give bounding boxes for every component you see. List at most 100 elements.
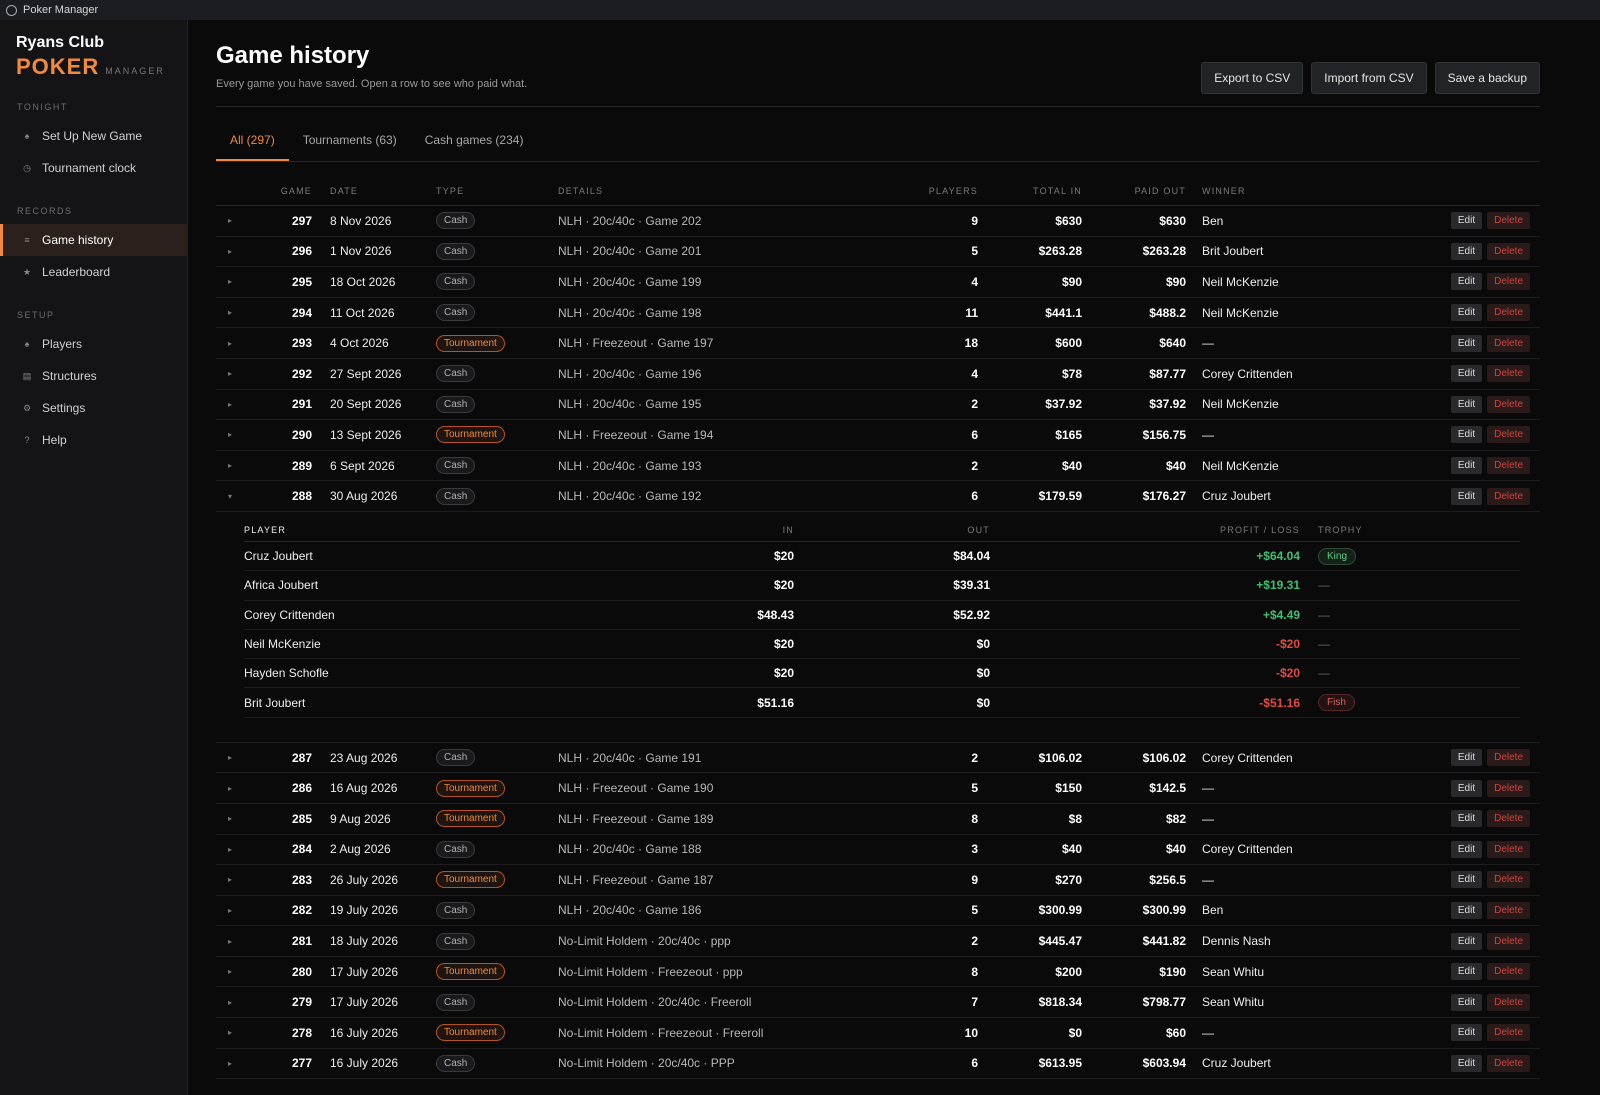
chevron-right-icon[interactable]: ▸ xyxy=(216,247,244,256)
edit-button[interactable]: Edit xyxy=(1450,901,1483,919)
chevron-right-icon[interactable]: ▸ xyxy=(216,875,244,884)
chevron-right-icon[interactable]: ▸ xyxy=(216,753,244,762)
delete-button[interactable]: Delete xyxy=(1487,963,1530,981)
chevron-right-icon[interactable]: ▸ xyxy=(216,308,244,317)
chevron-right-icon[interactable]: ▸ xyxy=(216,784,244,793)
edit-button[interactable]: Edit xyxy=(1450,273,1483,291)
chevron-right-icon[interactable]: ▸ xyxy=(216,339,244,348)
edit-button[interactable]: Edit xyxy=(1450,932,1483,950)
delete-button[interactable]: Delete xyxy=(1487,1054,1530,1072)
edit-button[interactable]: Edit xyxy=(1450,426,1483,444)
delete-button[interactable]: Delete xyxy=(1487,1024,1530,1042)
edit-button[interactable]: Edit xyxy=(1450,993,1483,1011)
chevron-right-icon[interactable]: ▸ xyxy=(216,906,244,915)
delete-button[interactable]: Delete xyxy=(1487,273,1530,291)
tab-1[interactable]: Tournaments (63) xyxy=(289,121,411,161)
edit-button[interactable]: Edit xyxy=(1450,871,1483,889)
edit-button[interactable]: Edit xyxy=(1450,487,1483,505)
edit-button[interactable]: Edit xyxy=(1450,840,1483,858)
chevron-down-icon[interactable]: ▾ xyxy=(216,492,244,501)
import-csv-button[interactable]: Import from CSV xyxy=(1311,62,1427,94)
chevron-right-icon[interactable]: ▸ xyxy=(216,277,244,286)
tab-0[interactable]: All (297) xyxy=(216,121,289,161)
table-row[interactable]: ▸ 283 26 July 2026 Tournament NLH · Freezeou… xyxy=(216,865,1540,896)
table-header: GAME DATE TYPE DETAILS PLAYERS TOTAL IN … xyxy=(216,176,1540,206)
chevron-right-icon[interactable]: ▸ xyxy=(216,1059,244,1068)
chevron-right-icon[interactable]: ▸ xyxy=(216,400,244,409)
table-row[interactable]: ▸ 279 17 July 2026 Cash No-Limit Holdem · 20… xyxy=(216,987,1540,1019)
sidebar-item-set-up-new-game[interactable]: ♠ Set Up New Game xyxy=(0,120,187,152)
table-row[interactable]: ▸ 296 1 Nov 2026 Cash NLH · 20c/40c · Game 2… xyxy=(216,237,1540,268)
table-row[interactable]: ▸ 286 16 Aug 2026 Tournament NLH · Freezeout… xyxy=(216,773,1540,804)
export-csv-button[interactable]: Export to CSV xyxy=(1201,62,1304,94)
save-backup-button[interactable]: Save a backup xyxy=(1434,62,1540,94)
sidebar-item-help[interactable]: ? Help xyxy=(0,424,187,456)
table-row[interactable]: ▸ 290 13 Sept 2026 Tournament NLH · Freezeou… xyxy=(216,420,1540,451)
edit-button[interactable]: Edit xyxy=(1450,457,1483,475)
table-row[interactable]: ▸ 281 18 July 2026 Cash No-Limit Holdem · 20… xyxy=(216,926,1540,957)
edit-button[interactable]: Edit xyxy=(1450,1054,1483,1072)
chevron-right-icon[interactable]: ▸ xyxy=(216,430,244,439)
edit-button[interactable]: Edit xyxy=(1450,1024,1483,1042)
delete-button[interactable]: Delete xyxy=(1487,334,1530,352)
delete-button[interactable]: Delete xyxy=(1487,779,1530,797)
edit-button[interactable]: Edit xyxy=(1450,365,1483,383)
table-row[interactable]: ▸ 280 17 July 2026 Tournament No-Limit Holde… xyxy=(216,957,1540,988)
sidebar-item-players[interactable]: ♠ Players xyxy=(0,328,187,360)
sidebar-item-game-history[interactable]: ≡ Game history xyxy=(0,224,187,256)
delete-button[interactable]: Delete xyxy=(1487,457,1530,475)
chevron-right-icon[interactable]: ▸ xyxy=(216,937,244,946)
chevron-right-icon[interactable]: ▸ xyxy=(216,998,244,1007)
delete-button[interactable]: Delete xyxy=(1487,212,1530,230)
table-row[interactable]: ▸ 292 27 Sept 2026 Cash NLH · 20c/40c · Game… xyxy=(216,359,1540,390)
delete-button[interactable]: Delete xyxy=(1487,487,1530,505)
edit-button[interactable]: Edit xyxy=(1450,810,1483,828)
edit-button[interactable]: Edit xyxy=(1450,395,1483,413)
delete-button[interactable]: Delete xyxy=(1487,426,1530,444)
table-row[interactable]: ▸ 284 2 Aug 2026 Cash NLH · 20c/40c · Game 1… xyxy=(216,835,1540,866)
edit-button[interactable]: Edit xyxy=(1450,242,1483,260)
delete-button[interactable]: Delete xyxy=(1487,749,1530,767)
table-row[interactable]: ▸ 287 23 Aug 2026 Cash NLH · 20c/40c · Game … xyxy=(216,743,1540,774)
delete-button[interactable]: Delete xyxy=(1487,395,1530,413)
chevron-right-icon[interactable]: ▸ xyxy=(216,814,244,823)
delete-button[interactable]: Delete xyxy=(1487,901,1530,919)
sidebar-item-structures[interactable]: ▤ Structures xyxy=(0,360,187,392)
edit-button[interactable]: Edit xyxy=(1450,963,1483,981)
edit-button[interactable]: Edit xyxy=(1450,779,1483,797)
table-row[interactable]: ▸ 291 20 Sept 2026 Cash NLH · 20c/40c · Game… xyxy=(216,390,1540,421)
delete-button[interactable]: Delete xyxy=(1487,993,1530,1011)
table-row[interactable]: ▸ 289 6 Sept 2026 Cash NLH · 20c/40c · Game … xyxy=(216,451,1540,482)
delete-button[interactable]: Delete xyxy=(1487,810,1530,828)
table-row[interactable]: ▸ 295 18 Oct 2026 Cash NLH · 20c/40c · Game … xyxy=(216,267,1540,298)
sidebar-item-leaderboard[interactable]: ★ Leaderboard xyxy=(0,256,187,288)
chevron-right-icon[interactable]: ▸ xyxy=(216,1028,244,1037)
chevron-right-icon[interactable]: ▸ xyxy=(216,216,244,225)
table-row[interactable]: ▸ 285 9 Aug 2026 Tournament NLH · Freezeout … xyxy=(216,804,1540,835)
edit-button[interactable]: Edit xyxy=(1450,304,1483,322)
table-row[interactable]: ▸ 294 11 Oct 2026 Cash NLH · 20c/40c · Game … xyxy=(216,298,1540,329)
sidebar-item-settings[interactable]: ⚙ Settings xyxy=(0,392,187,424)
delete-button[interactable]: Delete xyxy=(1487,932,1530,950)
chevron-right-icon[interactable]: ▸ xyxy=(216,967,244,976)
chevron-right-icon[interactable]: ▸ xyxy=(216,461,244,470)
tab-2[interactable]: Cash games (234) xyxy=(411,121,538,161)
table-row[interactable]: ▸ 277 16 July 2026 Cash No-Limit Holdem · 20… xyxy=(216,1049,1540,1080)
table-row[interactable]: ▾ 288 30 Aug 2026 Cash NLH · 20c/40c · Game … xyxy=(216,481,1540,512)
delete-button[interactable]: Delete xyxy=(1487,304,1530,322)
delete-button[interactable]: Delete xyxy=(1487,840,1530,858)
chevron-right-icon[interactable]: ▸ xyxy=(216,369,244,378)
delete-button[interactable]: Delete xyxy=(1487,242,1530,260)
table-row[interactable]: ▸ 282 19 July 2026 Cash NLH · 20c/40c · Game… xyxy=(216,896,1540,927)
table-row[interactable]: ▸ 293 4 Oct 2026 Tournament NLH · Freezeout … xyxy=(216,328,1540,359)
edit-button[interactable]: Edit xyxy=(1450,749,1483,767)
sidebar-item-tournament-clock[interactable]: ◷ Tournament clock xyxy=(0,152,187,184)
edit-button[interactable]: Edit xyxy=(1450,212,1483,230)
game-number: 286 xyxy=(291,781,312,796)
delete-button[interactable]: Delete xyxy=(1487,871,1530,889)
chevron-right-icon[interactable]: ▸ xyxy=(216,845,244,854)
edit-button[interactable]: Edit xyxy=(1450,334,1483,352)
delete-button[interactable]: Delete xyxy=(1487,365,1530,383)
table-row[interactable]: ▸ 278 16 July 2026 Tournament No-Limit Holde… xyxy=(216,1018,1540,1049)
table-row[interactable]: ▸ 297 8 Nov 2026 Cash NLH · 20c/40c · Game 2… xyxy=(216,206,1540,237)
